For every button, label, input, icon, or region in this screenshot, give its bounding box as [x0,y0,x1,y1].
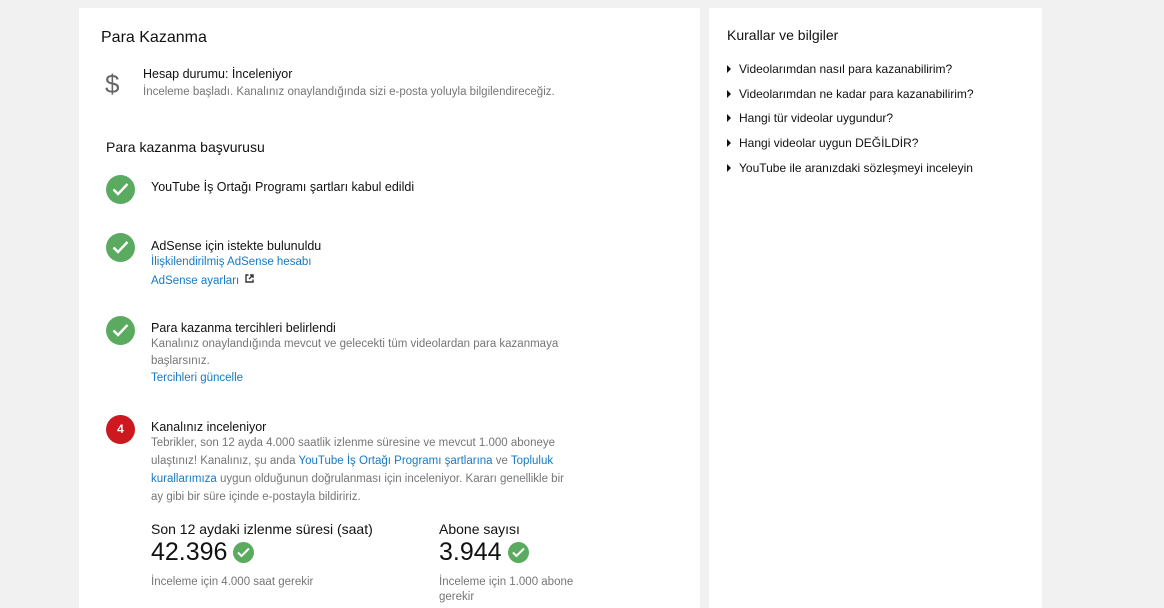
rule-item-label: YouTube ile aranızdaki sözleşmeyi incele… [739,161,973,175]
step1-title: YouTube İş Ortağı Programı şartları kabu… [151,180,415,194]
step-number-badge: 4 [106,415,135,444]
subscribers-requirement-line2: gerekir [439,591,475,603]
step4-title: Kanalınız inceleniyor [151,420,267,434]
check-icon [106,316,135,345]
community-guidelines-link[interactable]: kurallarımıza [151,473,217,485]
step4-desc-line2: ulaştınız! Kanalınız, şu anda YouTube İş… [151,453,553,471]
rule-item[interactable]: Hangi videolar uygun DEĞİLDİR? [727,136,918,150]
caret-right-icon [727,89,731,98]
application-title: Para kazanma başvurusu [106,139,265,155]
check-icon [106,175,135,204]
caret-right-icon [727,138,731,147]
caret-right-icon [727,163,731,172]
check-icon [233,542,255,563]
step3-desc-line2: başlarsınız. [151,355,210,367]
watch-time-value: 42.396 [151,538,228,566]
watch-time-requirement: İnceleme için 4.000 saat gerekir [151,576,314,588]
rule-item[interactable]: Hangi tür videolar uygundur? [727,111,893,125]
account-status-label: Hesap durumu: İnceleniyor [143,67,293,81]
rules-card: Kurallar ve bilgiler Videolarımdan nasıl… [709,8,1042,608]
caret-right-icon [727,64,731,73]
check-icon [507,542,529,563]
linked-adsense-account-link[interactable]: İlişkilendirilmiş AdSense hesabı [151,254,311,272]
adsense-settings-row: AdSense ayarları [151,272,255,290]
caret-right-icon [727,113,731,122]
step2-title: AdSense için istekte bulunuldu [151,239,322,253]
external-link-icon [245,272,255,290]
step4-desc-line1: Tebrikler, son 12 ayda 4.000 saatlik izl… [151,437,556,449]
monetization-card: Para Kazanma $ Hesap durumu: İnceleniyor… [79,8,700,608]
rule-item-label: Videolarımdan ne kadar para kazanabiliri… [739,87,974,101]
step4-text: uygun olduğunun doğrulanması için incele… [216,473,564,485]
page-title: Para Kazanma [101,29,207,46]
dollar-icon: $ [105,69,120,99]
ypp-terms-link[interactable]: YouTube İş Ortağı Programı şartlarına [298,455,492,467]
adsense-settings-link[interactable]: AdSense ayarları [151,275,239,287]
step4-desc-line4: ay gibi bir süre içinde e-postayla bildi… [151,491,361,503]
account-status-desc: İnceleme başladı. Kanalınız onaylandığın… [143,86,555,98]
rules-title: Kurallar ve bilgiler [727,27,839,43]
watch-time-value-row: 42.396 [151,538,255,567]
step4-desc-line3: kurallarımıza uygun olduğunun doğrulanma… [151,471,564,489]
step3-desc-line1: Kanalınız onaylandığında mevcut ve gelec… [151,338,559,350]
rule-item[interactable]: Videolarımdan ne kadar para kazanabiliri… [727,87,974,101]
rule-item-label: Videolarımdan nasıl para kazanabilirim? [739,62,953,76]
community-guidelines-link[interactable]: Topluluk [511,455,553,467]
step4-text: ve [492,455,511,467]
rule-item[interactable]: Videolarımdan nasıl para kazanabilirim? [727,62,952,76]
check-icon [106,233,135,262]
step4-text: ulaştınız! Kanalınız, şu anda [151,455,299,467]
subscribers-value: 3.944 [439,538,502,566]
rule-item-label: Hangi videolar uygun DEĞİLDİR? [739,136,919,150]
update-preferences-link[interactable]: Tercihleri güncelle [151,370,243,388]
step3-title: Para kazanma tercihleri belirlendi [151,321,336,335]
rule-item[interactable]: YouTube ile aranızdaki sözleşmeyi incele… [727,161,973,175]
subscribers-label: Abone sayısı [439,521,520,537]
rule-item-label: Hangi tür videolar uygundur? [739,111,894,125]
watch-time-label: Son 12 aydaki izlenme süresi (saat) [151,521,373,537]
subscribers-value-row: 3.944 [439,538,529,567]
